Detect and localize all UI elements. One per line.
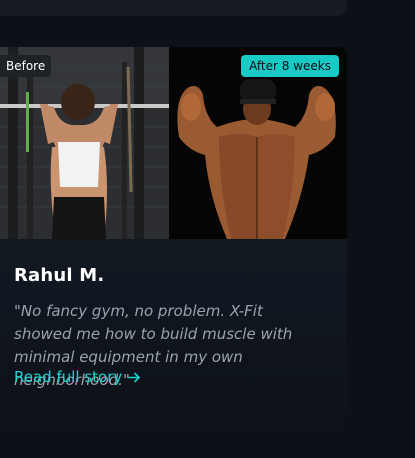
- read-full-story-label: Read full story: [14, 368, 123, 386]
- member-name: Rahul M.: [14, 265, 105, 286]
- after-photo: After 8 weeks: [169, 47, 347, 239]
- previous-story-card: [0, 0, 347, 16]
- before-badge: Before: [0, 55, 52, 77]
- arrow-right-icon: [128, 371, 141, 384]
- transformation-story-card: Before After 8 weeks Rahul M. "No fancy …: [0, 47, 347, 458]
- after-badge: After 8 weeks: [241, 55, 339, 77]
- read-full-story-link[interactable]: Read full story: [14, 368, 141, 386]
- before-after-photos: Before After 8 weeks: [0, 47, 347, 239]
- before-photo: Before: [0, 47, 169, 239]
